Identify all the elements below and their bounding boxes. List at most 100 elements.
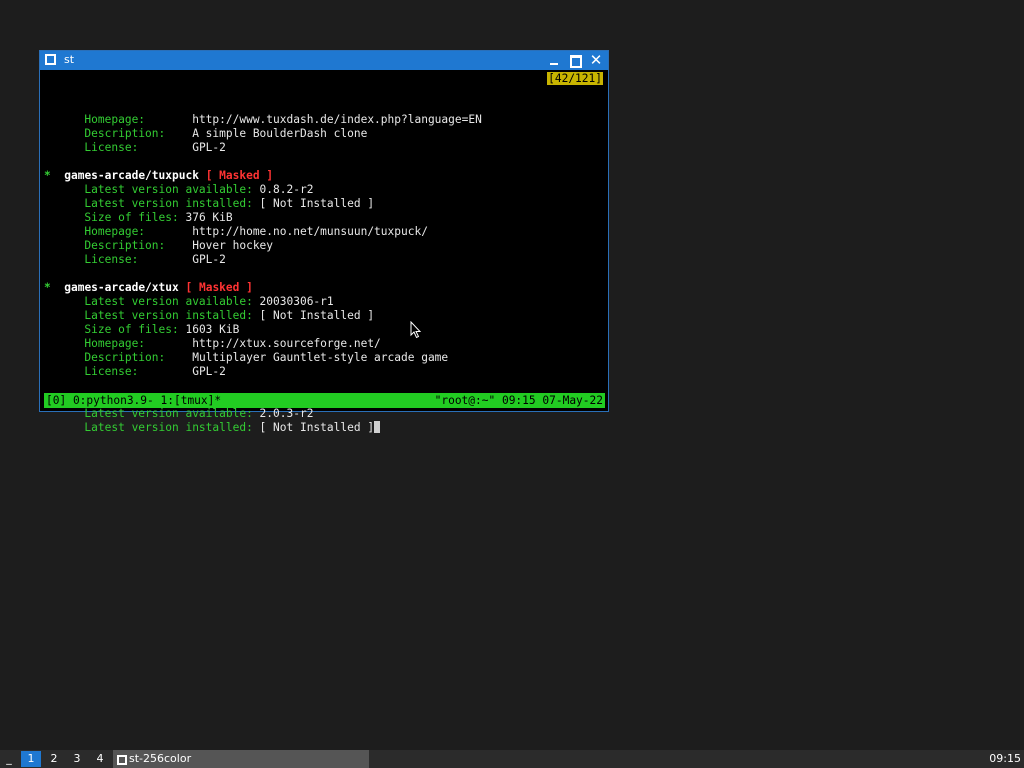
field-value: Hover hockey <box>192 239 274 252</box>
package-field-line: Latest version installed: [ Not Installe… <box>44 309 605 323</box>
window-titlebar[interactable]: st ✕ <box>40 51 608 70</box>
bottom-panel: _ 1 2 3 4 st-256color 09:15 <box>0 750 1024 768</box>
field-value: [ Not Installed ] <box>259 309 375 322</box>
field-label: Latest version installed: <box>84 309 260 322</box>
tmux-window-list[interactable]: [0] 0:python3.9- 1:[tmux]* <box>46 393 221 408</box>
field-label: Size of files: <box>84 211 186 224</box>
field-label: Latest version available: <box>84 407 260 420</box>
field-value: Multiplayer Gauntlet-style arcade game <box>192 351 449 364</box>
field-label: Description: <box>84 351 193 364</box>
mouse-pointer-icon <box>410 321 422 339</box>
window-icon[interactable] <box>45 54 56 65</box>
package-field-line: Latest version available: 20030306-r1 <box>44 295 605 309</box>
package-field-line: Description: Hover hockey <box>44 239 605 253</box>
package-bullet: * <box>44 169 51 182</box>
field-value: http://xtux.sourceforge.net/ <box>192 337 381 350</box>
package-name: games-arcade/tuxpuck <box>64 169 199 182</box>
field-value: 20030306-r1 <box>259 295 334 308</box>
result-counter: [42/121] <box>547 72 603 85</box>
field-value: 2.0.3-r2 <box>259 407 314 420</box>
field-value: 0.8.2-r2 <box>259 183 314 196</box>
field-value: 376 KiB <box>185 211 233 224</box>
minimize-icon[interactable] <box>544 51 564 70</box>
field-label: Latest version available: <box>84 295 260 308</box>
field-label: License: <box>84 253 193 266</box>
taskbar-item-label: st-256color <box>129 752 192 765</box>
package-field-line: License: GPL-2 <box>44 141 605 155</box>
workspace-4[interactable]: 4 <box>90 751 110 767</box>
field-label: Latest version available: <box>84 183 260 196</box>
package-field-line: Description: A simple BoulderDash clone <box>44 127 605 141</box>
field-value: A simple BoulderDash clone <box>192 127 368 140</box>
package-name: games-arcade/xtux <box>64 281 179 294</box>
terminal-cursor <box>374 421 381 433</box>
field-value: GPL-2 <box>192 253 226 266</box>
field-label: Homepage: <box>84 337 193 350</box>
terminal-window[interactable]: st ✕ [42/121] Homepage: http://www.tuxda… <box>39 50 609 434</box>
package-field-line: Latest version installed: [ Not Installe… <box>44 421 605 435</box>
close-icon[interactable]: ✕ <box>586 51 606 70</box>
field-value: http://www.tuxdash.de/index.php?language… <box>192 113 482 126</box>
field-value: [ Not Installed ] <box>259 421 375 434</box>
field-label: License: <box>84 365 193 378</box>
terminal-output[interactable]: [42/121] Homepage: http://www.tuxdash.de… <box>44 71 605 434</box>
window-icon <box>117 755 127 765</box>
package-field-line: Latest version available: 2.0.3-r2 <box>44 407 605 421</box>
field-value: GPL-2 <box>192 141 226 154</box>
workspace-3[interactable]: 3 <box>67 751 87 767</box>
field-value: http://home.no.net/munsuun/tuxpuck/ <box>192 225 428 238</box>
field-value: GPL-2 <box>192 365 226 378</box>
package-field-line: License: GPL-2 <box>44 365 605 379</box>
package-header-line: * games-arcade/tuxpuck [ Masked ] <box>44 169 605 183</box>
tmux-status-right: "root@:~" 09:15 07-May-22 <box>434 394 603 407</box>
field-label: Size of files: <box>84 323 186 336</box>
maximize-icon[interactable] <box>565 51 585 70</box>
workspace-2[interactable]: 2 <box>44 751 64 767</box>
package-bullet: * <box>44 281 51 294</box>
masked-badge: [ Masked ] <box>185 281 253 294</box>
field-label: Latest version installed: <box>84 197 260 210</box>
panel-menu-button[interactable]: _ <box>0 750 18 768</box>
package-field-line: Latest version installed: [ Not Installe… <box>44 197 605 211</box>
workspace-1[interactable]: 1 <box>21 751 41 767</box>
package-field-line: Homepage: http://www.tuxdash.de/index.ph… <box>44 113 605 127</box>
tmux-status-bar: [0] 0:python3.9- 1:[tmux]* "root@:~" 09:… <box>44 393 605 408</box>
field-label: Homepage: <box>84 225 193 238</box>
taskbar-item-st[interactable]: st-256color <box>113 750 369 768</box>
package-field-line: Size of files: 1603 KiB <box>44 323 605 337</box>
package-field-line: Homepage: http://xtux.sourceforge.net/ <box>44 337 605 351</box>
panel-clock: 09:15 <box>989 752 1021 765</box>
field-label: Description: <box>84 239 193 252</box>
field-value: [ Not Installed ] <box>259 197 375 210</box>
field-label: Description: <box>84 127 193 140</box>
package-field-line: Latest version available: 0.8.2-r2 <box>44 183 605 197</box>
field-label: Homepage: <box>84 113 193 126</box>
package-header-line: * games-arcade/xtux [ Masked ] <box>44 281 605 295</box>
field-value: 1603 KiB <box>185 323 240 336</box>
package-field-line: Description: Multiplayer Gauntlet-style … <box>44 351 605 365</box>
package-field-line: License: GPL-2 <box>44 253 605 267</box>
window-title: st <box>64 53 75 66</box>
package-field-line: Homepage: http://home.no.net/munsuun/tux… <box>44 225 605 239</box>
field-label: License: <box>84 141 193 154</box>
masked-badge: [ Masked ] <box>205 169 274 182</box>
field-label: Latest version installed: <box>84 421 260 434</box>
